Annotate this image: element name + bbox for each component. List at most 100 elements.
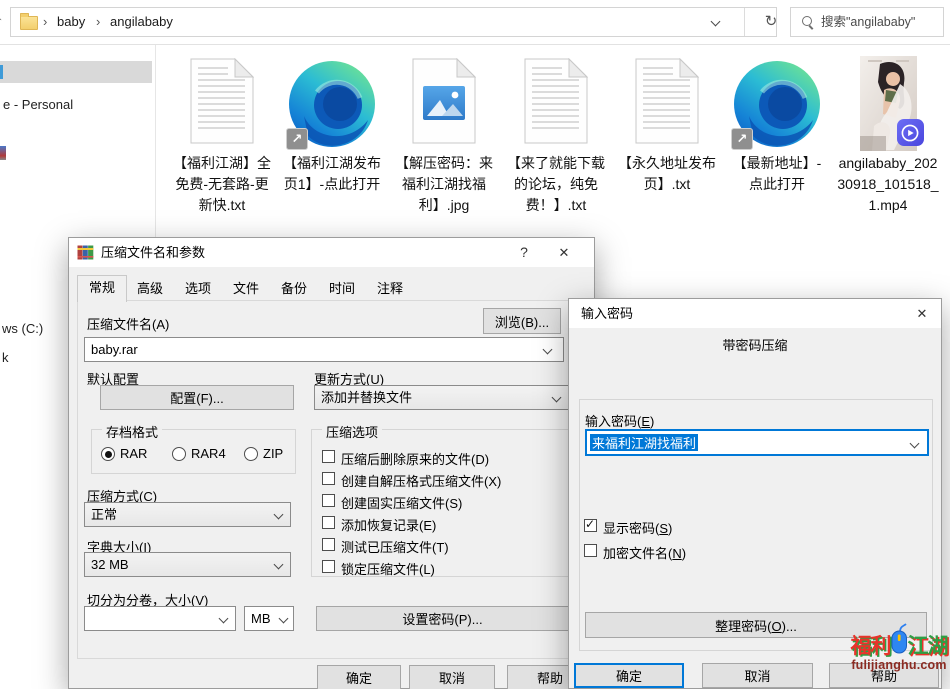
option-test[interactable]: 测试已压缩文件(T) bbox=[322, 537, 562, 553]
tab-time[interactable]: 时间 bbox=[319, 277, 365, 300]
checkbox-icon[interactable] bbox=[322, 494, 335, 507]
option-delete-files[interactable]: 压缩后删除原来的文件(D) bbox=[322, 449, 562, 465]
radio-rar4[interactable] bbox=[172, 447, 186, 461]
compression-options-group: 压缩选项 压缩后删除原来的文件(D) 创建自解压格式压缩文件(X) 创建固实压缩… bbox=[311, 429, 569, 577]
compression-options-group-label: 压缩选项 bbox=[322, 422, 382, 441]
tab-backup[interactable]: 备份 bbox=[271, 277, 317, 300]
text-file-icon bbox=[635, 58, 699, 149]
nav-up-icon[interactable]: ↑ bbox=[0, 12, 4, 32]
file-name: 【解压密码：来福利江湖找福利】.jpg bbox=[393, 153, 495, 216]
option-sfx[interactable]: 创建自解压格式压缩文件(X) bbox=[322, 471, 562, 487]
checkbox-icon[interactable] bbox=[584, 544, 597, 557]
refresh-icon[interactable]: ↻ bbox=[756, 8, 786, 36]
sidebar-divider bbox=[155, 45, 156, 237]
close-icon[interactable]: ✕ bbox=[547, 238, 581, 267]
browse-button[interactable]: 浏览(B)... bbox=[483, 308, 561, 334]
file-name: 【来了就能下载的论坛，纯免费！】.txt bbox=[505, 153, 607, 216]
file-item[interactable]: angilababy_20230918_101518_1.mp4 bbox=[832, 55, 944, 216]
option-recovery[interactable]: 添加恢复记录(E) bbox=[322, 515, 562, 531]
shortcut-arrow-icon: ↗ bbox=[731, 128, 753, 150]
sidebar-item-onedrive[interactable]: e - Personal bbox=[3, 97, 73, 112]
search-input-text[interactable]: 搜索"angilababy" bbox=[821, 8, 915, 36]
split-size-combobox[interactable] bbox=[84, 606, 236, 631]
winrar-cancel-button[interactable]: 取消 bbox=[409, 665, 495, 689]
chevron-down-icon bbox=[279, 614, 289, 624]
archive-name-label: 压缩文件名(A) bbox=[87, 314, 169, 333]
chevron-down-icon[interactable] bbox=[910, 439, 920, 449]
file-item[interactable]: 【福利江湖】全免费-无套路-更新快.txt bbox=[166, 55, 278, 216]
image-file-icon bbox=[412, 58, 476, 149]
breadcrumb-separator: › bbox=[43, 8, 47, 36]
text-file-icon bbox=[190, 58, 254, 149]
profiles-button[interactable]: 配置(F)... bbox=[100, 385, 294, 410]
address-bar[interactable]: › baby › angilababy ↻ bbox=[10, 7, 777, 37]
password-ok-button[interactable]: 确定 bbox=[574, 663, 684, 688]
checkbox-icon[interactable] bbox=[584, 519, 597, 532]
chevron-down-icon bbox=[274, 560, 284, 570]
edge-browser-icon: ↗ bbox=[288, 60, 376, 148]
checkbox-icon[interactable] bbox=[322, 538, 335, 551]
checkbox-icon[interactable] bbox=[322, 450, 335, 463]
mouse-icon bbox=[891, 623, 908, 660]
radio-rar-label: RAR bbox=[120, 446, 147, 461]
explorer-window: ↑ › baby › angilababy ↻ 搜索"angilababy" e… bbox=[0, 0, 950, 689]
winrar-tabstrip: 常规 高级 选项 文件 备份 时间 注释 bbox=[69, 277, 594, 301]
sidebar-item-fragment[interactable]: k bbox=[2, 350, 9, 365]
winrar-app-icon bbox=[77, 244, 94, 266]
checkbox-icon[interactable] bbox=[322, 472, 335, 485]
file-item[interactable]: 【来了就能下载的论坛，纯免费！】.txt bbox=[500, 55, 612, 216]
archive-name-combobox[interactable]: baby.rar bbox=[84, 337, 564, 362]
explorer-toolbar: ↑ › baby › angilababy ↻ 搜索"angilababy" bbox=[0, 0, 950, 45]
option-solid[interactable]: 创建固实压缩文件(S) bbox=[322, 493, 562, 509]
radio-rar4-label: RAR4 bbox=[191, 446, 226, 461]
tab-files[interactable]: 文件 bbox=[223, 277, 269, 300]
close-icon[interactable]: ✕ bbox=[905, 299, 939, 328]
search-icon bbox=[802, 16, 812, 26]
chevron-down-icon bbox=[543, 345, 553, 355]
folder-icon bbox=[20, 16, 38, 30]
radio-rar[interactable] bbox=[101, 447, 115, 461]
tab-advanced[interactable]: 高级 bbox=[127, 277, 173, 300]
file-item[interactable]: 【永久地址发布页】.txt bbox=[611, 55, 723, 195]
dictionary-select[interactable]: 32 MB bbox=[84, 552, 291, 577]
tab-comment[interactable]: 注释 bbox=[367, 277, 413, 300]
file-item[interactable]: ↗ 【福利江湖发布页1】-点此打开 bbox=[276, 55, 388, 195]
set-password-button[interactable]: 设置密码(P)... bbox=[316, 606, 569, 631]
file-item[interactable]: ↗ 【最新地址】-点此打开 bbox=[721, 55, 833, 195]
show-password-checkbox[interactable]: 显示密码(S) bbox=[584, 518, 784, 534]
winrar-titlebar[interactable]: 压缩文件名和参数 ? ✕ bbox=[69, 238, 594, 267]
password-input[interactable]: 来福利江湖找福利 bbox=[585, 429, 929, 456]
sidebar-icon-fragment bbox=[0, 146, 6, 160]
file-name: 【福利江湖发布页1】-点此打开 bbox=[281, 153, 383, 195]
watermark: 福利 江湖 fulijianghu.com bbox=[849, 626, 949, 672]
radio-zip[interactable] bbox=[244, 447, 258, 461]
file-name: angilababy_20230918_101518_1.mp4 bbox=[837, 153, 939, 216]
method-select[interactable]: 正常 bbox=[84, 502, 291, 527]
split-unit-select[interactable]: MB bbox=[244, 606, 294, 631]
address-history-chevron-icon[interactable] bbox=[711, 17, 721, 27]
encrypt-filenames-checkbox[interactable]: 加密文件名(N) bbox=[584, 543, 784, 559]
update-mode-select[interactable]: 添加并替换文件 bbox=[314, 385, 569, 410]
sidebar-selected-item[interactable] bbox=[0, 61, 152, 83]
search-box[interactable]: 搜索"angilababy" bbox=[790, 7, 944, 37]
breadcrumb-item-angilababy[interactable]: angilababy bbox=[110, 8, 173, 36]
breadcrumb-item-baby[interactable]: baby bbox=[57, 8, 85, 36]
password-titlebar[interactable]: 输入密码 ✕ bbox=[569, 299, 941, 328]
archive-format-group-label: 存档格式 bbox=[102, 422, 162, 441]
checkbox-icon[interactable] bbox=[322, 516, 335, 529]
password-cancel-button[interactable]: 取消 bbox=[702, 663, 813, 688]
option-lock[interactable]: 锁定压缩文件(L) bbox=[322, 559, 562, 575]
breadcrumb-separator: › bbox=[96, 8, 100, 36]
help-icon[interactable]: ? bbox=[511, 238, 537, 267]
file-item[interactable]: 【解压密码：来福利江湖找福利】.jpg bbox=[388, 55, 500, 216]
winrar-ok-button[interactable]: 确定 bbox=[317, 665, 401, 689]
winrar-dialog-title: 压缩文件名和参数 bbox=[101, 238, 205, 267]
sidebar-item-windows-c[interactable]: ws (C:) bbox=[2, 321, 43, 336]
tab-general[interactable]: 常规 bbox=[77, 275, 127, 302]
play-icon bbox=[897, 119, 924, 146]
watermark-text-left: 福利 bbox=[851, 630, 891, 660]
watermark-site: fulijianghu.com bbox=[849, 658, 949, 672]
checkbox-icon[interactable] bbox=[322, 560, 335, 573]
tab-options[interactable]: 选项 bbox=[175, 277, 221, 300]
file-name: 【永久地址发布页】.txt bbox=[616, 153, 718, 195]
